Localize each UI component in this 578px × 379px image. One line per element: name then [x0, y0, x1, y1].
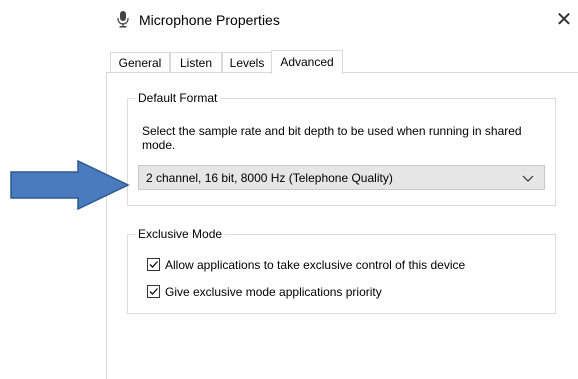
- dropdown-selected-value: 2 channel, 16 bit, 8000 Hz (Telephone Qu…: [146, 171, 393, 185]
- tab-label: Advanced: [280, 55, 334, 69]
- title-bar: Microphone Properties ✕: [0, 0, 578, 40]
- checkbox-box[interactable]: [147, 285, 160, 298]
- checkbox-label: Give exclusive mode applications priorit…: [165, 285, 382, 299]
- tab-label: Listen: [179, 56, 213, 70]
- tab-label: Levels: [229, 56, 265, 70]
- exclusive-mode-group: Exclusive Mode Allow applications to tak…: [127, 226, 556, 314]
- tab-levels[interactable]: Levels: [222, 52, 272, 73]
- default-format-legend: Default Format: [135, 90, 221, 106]
- close-icon: ✕: [555, 9, 573, 31]
- tab-listen[interactable]: Listen: [170, 52, 222, 73]
- dialog-border: [106, 72, 107, 379]
- tab-general[interactable]: General: [110, 52, 170, 73]
- tab-label: General: [118, 56, 162, 70]
- checkbox-box[interactable]: [147, 258, 160, 271]
- microphone-icon: [117, 11, 129, 28]
- close-button[interactable]: ✕: [550, 6, 578, 34]
- default-format-group: Default Format Select the sample rate an…: [127, 90, 556, 206]
- chevron-down-icon: [521, 172, 535, 184]
- window-title: Microphone Properties: [139, 12, 280, 28]
- sample-rate-dropdown[interactable]: 2 channel, 16 bit, 8000 Hz (Telephone Qu…: [138, 165, 545, 190]
- default-format-description: Select the sample rate and bit depth to …: [142, 124, 522, 152]
- checkbox-label: Allow applications to take exclusive con…: [165, 258, 466, 272]
- annotation-arrow-icon: [10, 160, 130, 210]
- exclusive-mode-legend: Exclusive Mode: [135, 226, 226, 242]
- tab-advanced[interactable]: Advanced: [271, 50, 343, 74]
